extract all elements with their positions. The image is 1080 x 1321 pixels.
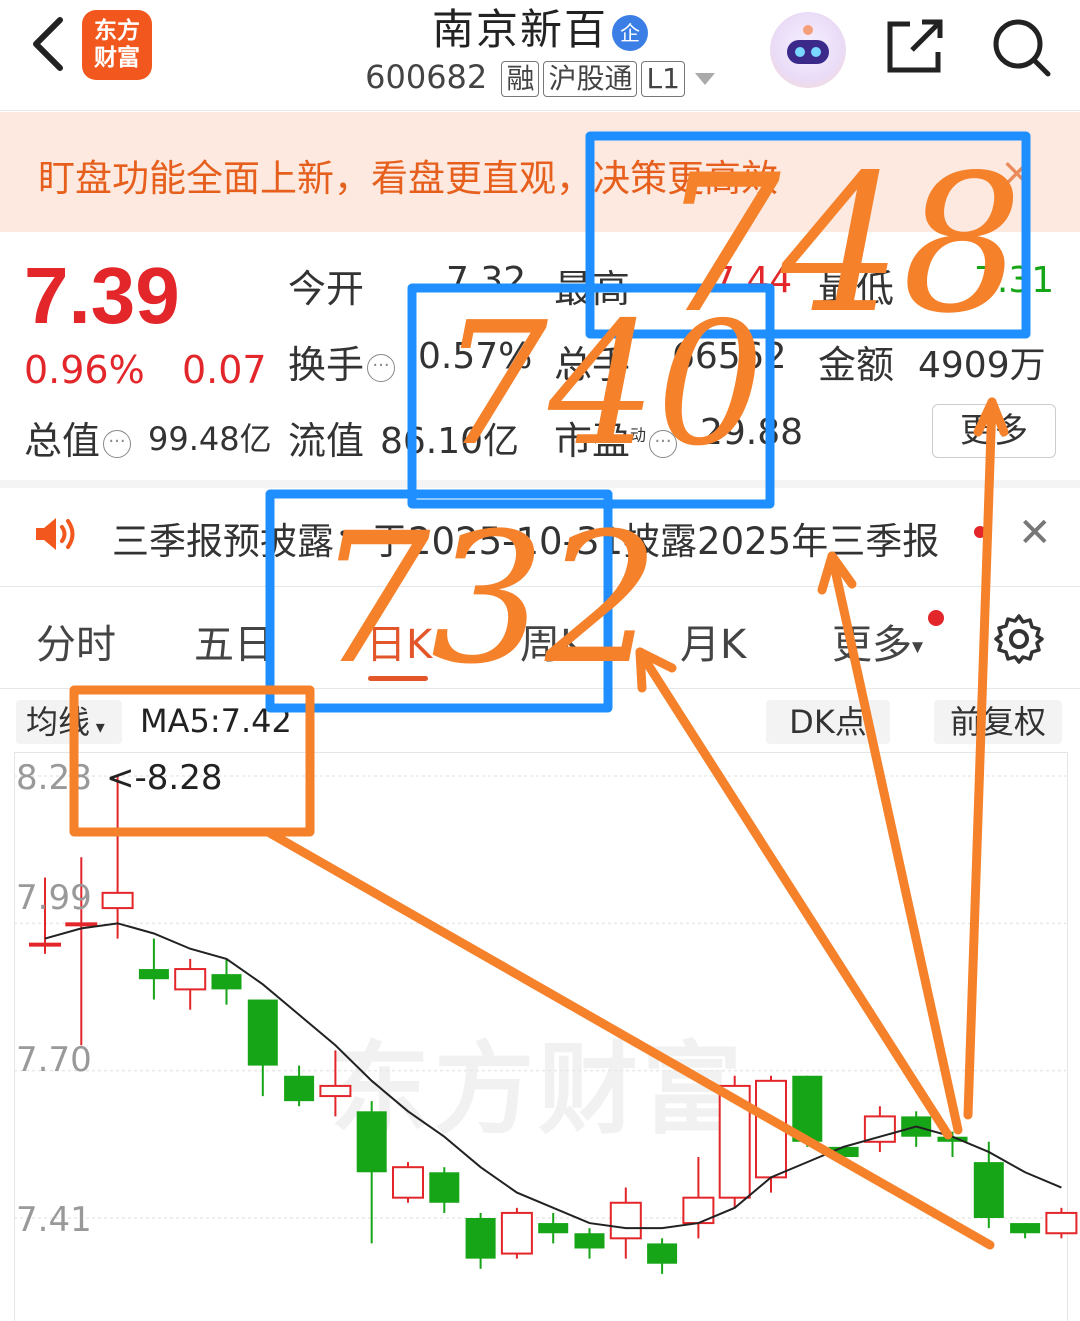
candle (1045, 1207, 1078, 1239)
candle (174, 958, 207, 1010)
candle (101, 776, 134, 939)
candle (465, 1212, 496, 1269)
candle (755, 1075, 787, 1193)
candle (647, 1238, 678, 1274)
candle (682, 1157, 715, 1239)
candle (828, 1146, 859, 1163)
candle (500, 1207, 533, 1259)
candle (574, 1228, 605, 1259)
candle (937, 1131, 968, 1158)
candle (247, 999, 278, 1097)
kline-chart[interactable] (0, 0, 1080, 1320)
candle (863, 1106, 896, 1152)
candle (429, 1167, 460, 1213)
candle (319, 1050, 352, 1117)
candle (973, 1141, 1004, 1229)
candle (138, 938, 169, 1000)
candle (792, 1075, 823, 1147)
candle (284, 1065, 315, 1107)
candle (1010, 1223, 1041, 1239)
y-tick-label: 7.70 (16, 1040, 92, 1080)
y-tick-label: 8.28 (16, 758, 92, 798)
candle (356, 1101, 387, 1244)
max-price-label: <-8.28 (106, 758, 223, 798)
candle (718, 1075, 751, 1208)
y-tick-label: 7.99 (16, 878, 92, 918)
candle (392, 1162, 424, 1203)
candle (609, 1187, 642, 1259)
y-tick-label: 7.41 (16, 1200, 92, 1240)
